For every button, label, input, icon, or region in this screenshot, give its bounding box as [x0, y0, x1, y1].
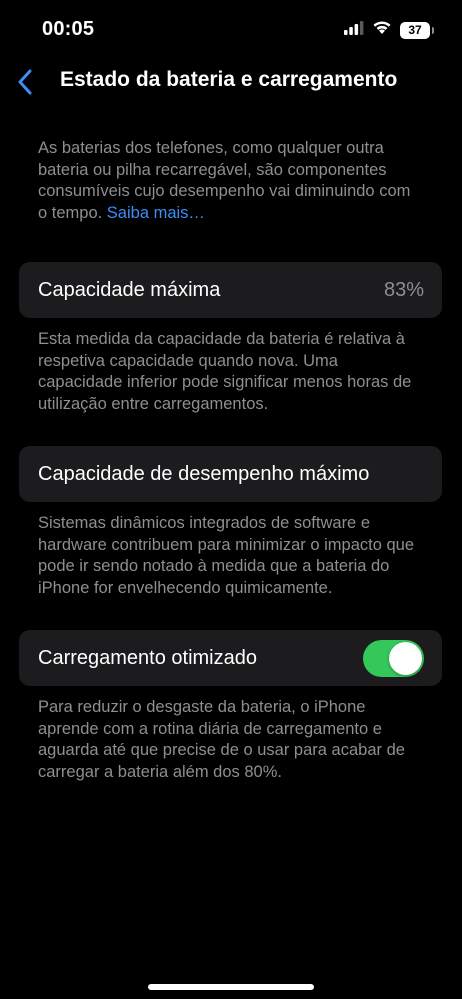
peak-performance-description: Sistemas dinâmicos integrados de softwar… — [38, 514, 415, 597]
peak-performance-label: Capacidade de desempenho máximo — [38, 462, 370, 485]
optimized-charging-toggle[interactable] — [363, 639, 424, 677]
intro-description: As baterias dos telefones, como qualquer… — [38, 139, 411, 222]
navigation-bar: Estado da bateria e carregamento — [0, 60, 462, 104]
home-indicator[interactable] — [148, 984, 314, 990]
status-icons: 37 — [344, 20, 434, 40]
page-title: Estado da bateria e carregamento — [60, 68, 398, 91]
cellular-signal-icon — [344, 20, 364, 40]
max-capacity-value: 83% — [383, 278, 424, 301]
chevron-left-icon — [18, 69, 32, 95]
status-bar: 00:05 37 — [0, 0, 462, 58]
optimized-charging-label: Carregamento otimizado — [38, 646, 257, 669]
optimized-charging-row: Carregamento otimizado — [19, 630, 442, 686]
learn-more-link[interactable]: Saiba mais… — [107, 204, 205, 222]
peak-performance-row: Capacidade de desempenho máximo — [19, 446, 442, 502]
max-capacity-row: Capacidade máxima 83% — [19, 262, 442, 318]
optimized-charging-description: Para reduzir o desgaste da bateria, o iP… — [38, 698, 405, 781]
main-content: As baterias dos telefones, como qualquer… — [19, 138, 442, 783]
battery-icon: 37 — [400, 21, 434, 39]
wifi-icon — [372, 20, 392, 40]
max-capacity-label: Capacidade máxima — [38, 278, 221, 301]
back-button[interactable] — [8, 64, 42, 100]
toggle-knob — [389, 641, 422, 675]
status-time: 00:05 — [42, 18, 95, 40]
intro-text: As baterias dos telefones, como qualquer… — [19, 138, 442, 224]
max-capacity-description: Esta medida da capacidade da bateria é r… — [38, 330, 412, 413]
